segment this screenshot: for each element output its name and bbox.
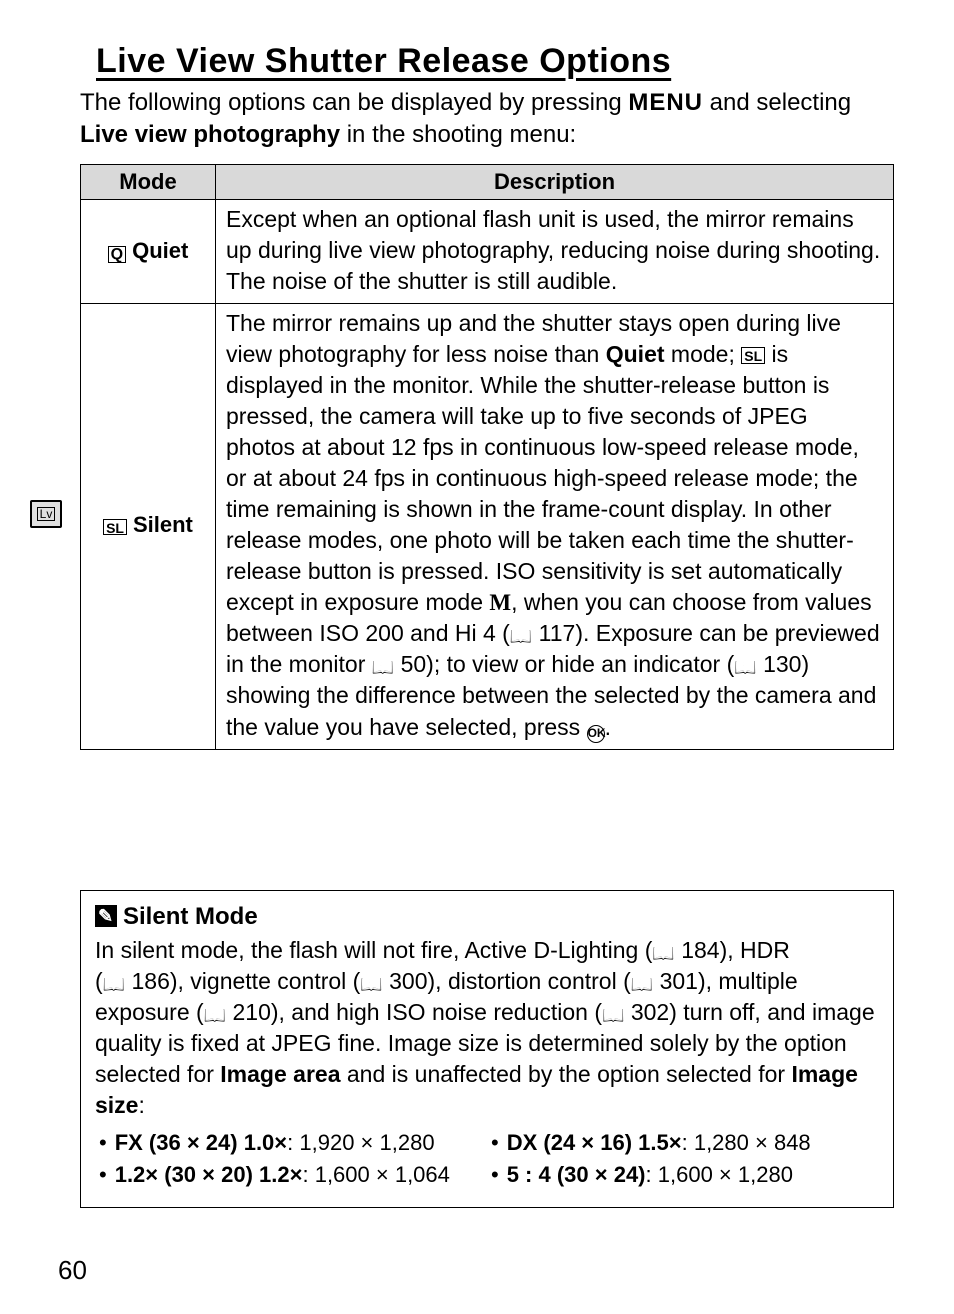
size-item-12x: •1.2× (30 × 20) 1.2×: 1,600 × 1,064 (95, 1159, 487, 1191)
note-text: In silent mode, the flash will not fire,… (95, 937, 652, 963)
intro-paragraph: The following options can be displayed b… (80, 87, 894, 152)
size-label: DX (24 × 16) 1.5× (507, 1130, 682, 1155)
page-ref-300: 300 (360, 968, 427, 994)
intro-text-3: in the shooting menu: (340, 121, 576, 148)
ok-button-icon: OK (587, 725, 605, 743)
ref-num: 210 (232, 999, 270, 1025)
page-ref-50: 50 (372, 651, 426, 677)
size-value: 1,600 × 1,064 (315, 1162, 450, 1187)
desc-cell-silent: The mirror remains up and the shutter st… (216, 303, 894, 749)
table-row-quiet: Q Quiet Except when an optional flash uni… (81, 199, 894, 303)
menu-label: MENU (628, 89, 703, 116)
intro-text: The following options can be displayed b… (80, 89, 628, 116)
ref-num: 184 (681, 937, 719, 963)
page-ref-301: 301 (631, 968, 698, 994)
size-value: 1,280 × 848 (694, 1130, 811, 1155)
desc-text: ); to view or hide an indicator ( (426, 651, 734, 677)
page-ref-184: 184 (652, 937, 719, 963)
ref-num: 186 (131, 968, 169, 994)
note-bold-image-area: Image area (220, 1061, 340, 1087)
page-ref-186: 186 (103, 968, 170, 994)
col-header-mode: Mode (81, 164, 216, 199)
quiet-icon: Q (108, 246, 126, 263)
ref-num: 117 (539, 620, 576, 646)
ref-num: 300 (389, 968, 427, 994)
page-ref-117: 117 (510, 620, 575, 646)
desc-text: mode; (665, 341, 742, 367)
book-icon (631, 968, 653, 994)
page-ref-130: 130 (734, 651, 801, 677)
note-text: ), and high ISO noise reduction ( (271, 999, 602, 1025)
silent-icon: SL (103, 519, 127, 535)
exposure-mode-m: M (489, 590, 511, 615)
ref-num: 301 (660, 968, 698, 994)
book-icon (103, 968, 125, 994)
book-icon (372, 651, 394, 677)
book-icon (360, 968, 382, 994)
intro-text-2: and selecting (703, 89, 851, 116)
size-item-fx: •FX (36 × 24) 1.0×: 1,920 × 1,280 (95, 1127, 487, 1159)
mode-label-silent: Silent (133, 512, 193, 537)
desc-text: is displayed in the monitor. While the s… (226, 341, 859, 615)
mode-cell-silent: SL Silent (81, 303, 216, 749)
size-item-dx: •DX (24 × 16) 1.5×: 1,280 × 848 (487, 1127, 879, 1159)
book-icon (734, 651, 756, 677)
ref-num: 50 (401, 651, 427, 677)
note-text: and is unaffected by the option selected… (341, 1061, 792, 1087)
desc-text: . (605, 714, 611, 740)
book-icon (510, 620, 532, 646)
page-ref-302: 302 (602, 999, 669, 1025)
size-label: 1.2× (30 × 20) 1.2× (115, 1162, 303, 1187)
modes-table: Mode Description Q Quiet Except when an o… (80, 164, 894, 750)
book-icon (204, 999, 226, 1025)
size-item-54: •5 : 4 (30 × 24): 1,600 × 1,280 (487, 1159, 879, 1191)
table-row-silent: SL Silent The mirror remains up and the s… (81, 303, 894, 749)
page-number: 60 (58, 1255, 87, 1286)
intro-bold: Live view photography (80, 121, 340, 148)
page-ref-210: 210 (204, 999, 271, 1025)
note-body: In silent mode, the flash will not fire,… (95, 935, 879, 1121)
sl-inline-icon: SL (741, 347, 765, 364)
pencil-icon (95, 905, 117, 927)
note-title-text: Silent Mode (123, 903, 258, 930)
book-icon (652, 937, 674, 963)
size-label: 5 : 4 (30 × 24) (507, 1162, 646, 1187)
page-title: Live View Shutter Release Options (96, 42, 894, 81)
book-icon (602, 999, 624, 1025)
note-title: Silent Mode (95, 901, 879, 933)
size-value: 1,920 × 1,280 (299, 1130, 434, 1155)
silent-mode-note: Silent Mode In silent mode, the flash wi… (80, 890, 894, 1208)
desc-bold-quiet: Quiet (606, 341, 665, 367)
mode-label-quiet: Quiet (132, 238, 188, 263)
note-text: ), distortion control ( (428, 968, 631, 994)
mode-cell-quiet: Q Quiet (81, 199, 216, 303)
size-label: FX (36 × 24) 1.0× (115, 1130, 287, 1155)
ref-num: 130 (763, 651, 801, 677)
col-header-desc: Description (216, 164, 894, 199)
ref-num: 302 (631, 999, 669, 1025)
desc-cell-quiet: Except when an optional flash unit is us… (216, 199, 894, 303)
note-text: ), vignette control ( (170, 968, 360, 994)
image-size-list: •FX (36 × 24) 1.0×: 1,920 × 1,280 •1.2× … (95, 1127, 879, 1191)
size-value: 1,600 × 1,280 (658, 1162, 793, 1187)
note-text: : (138, 1092, 144, 1118)
